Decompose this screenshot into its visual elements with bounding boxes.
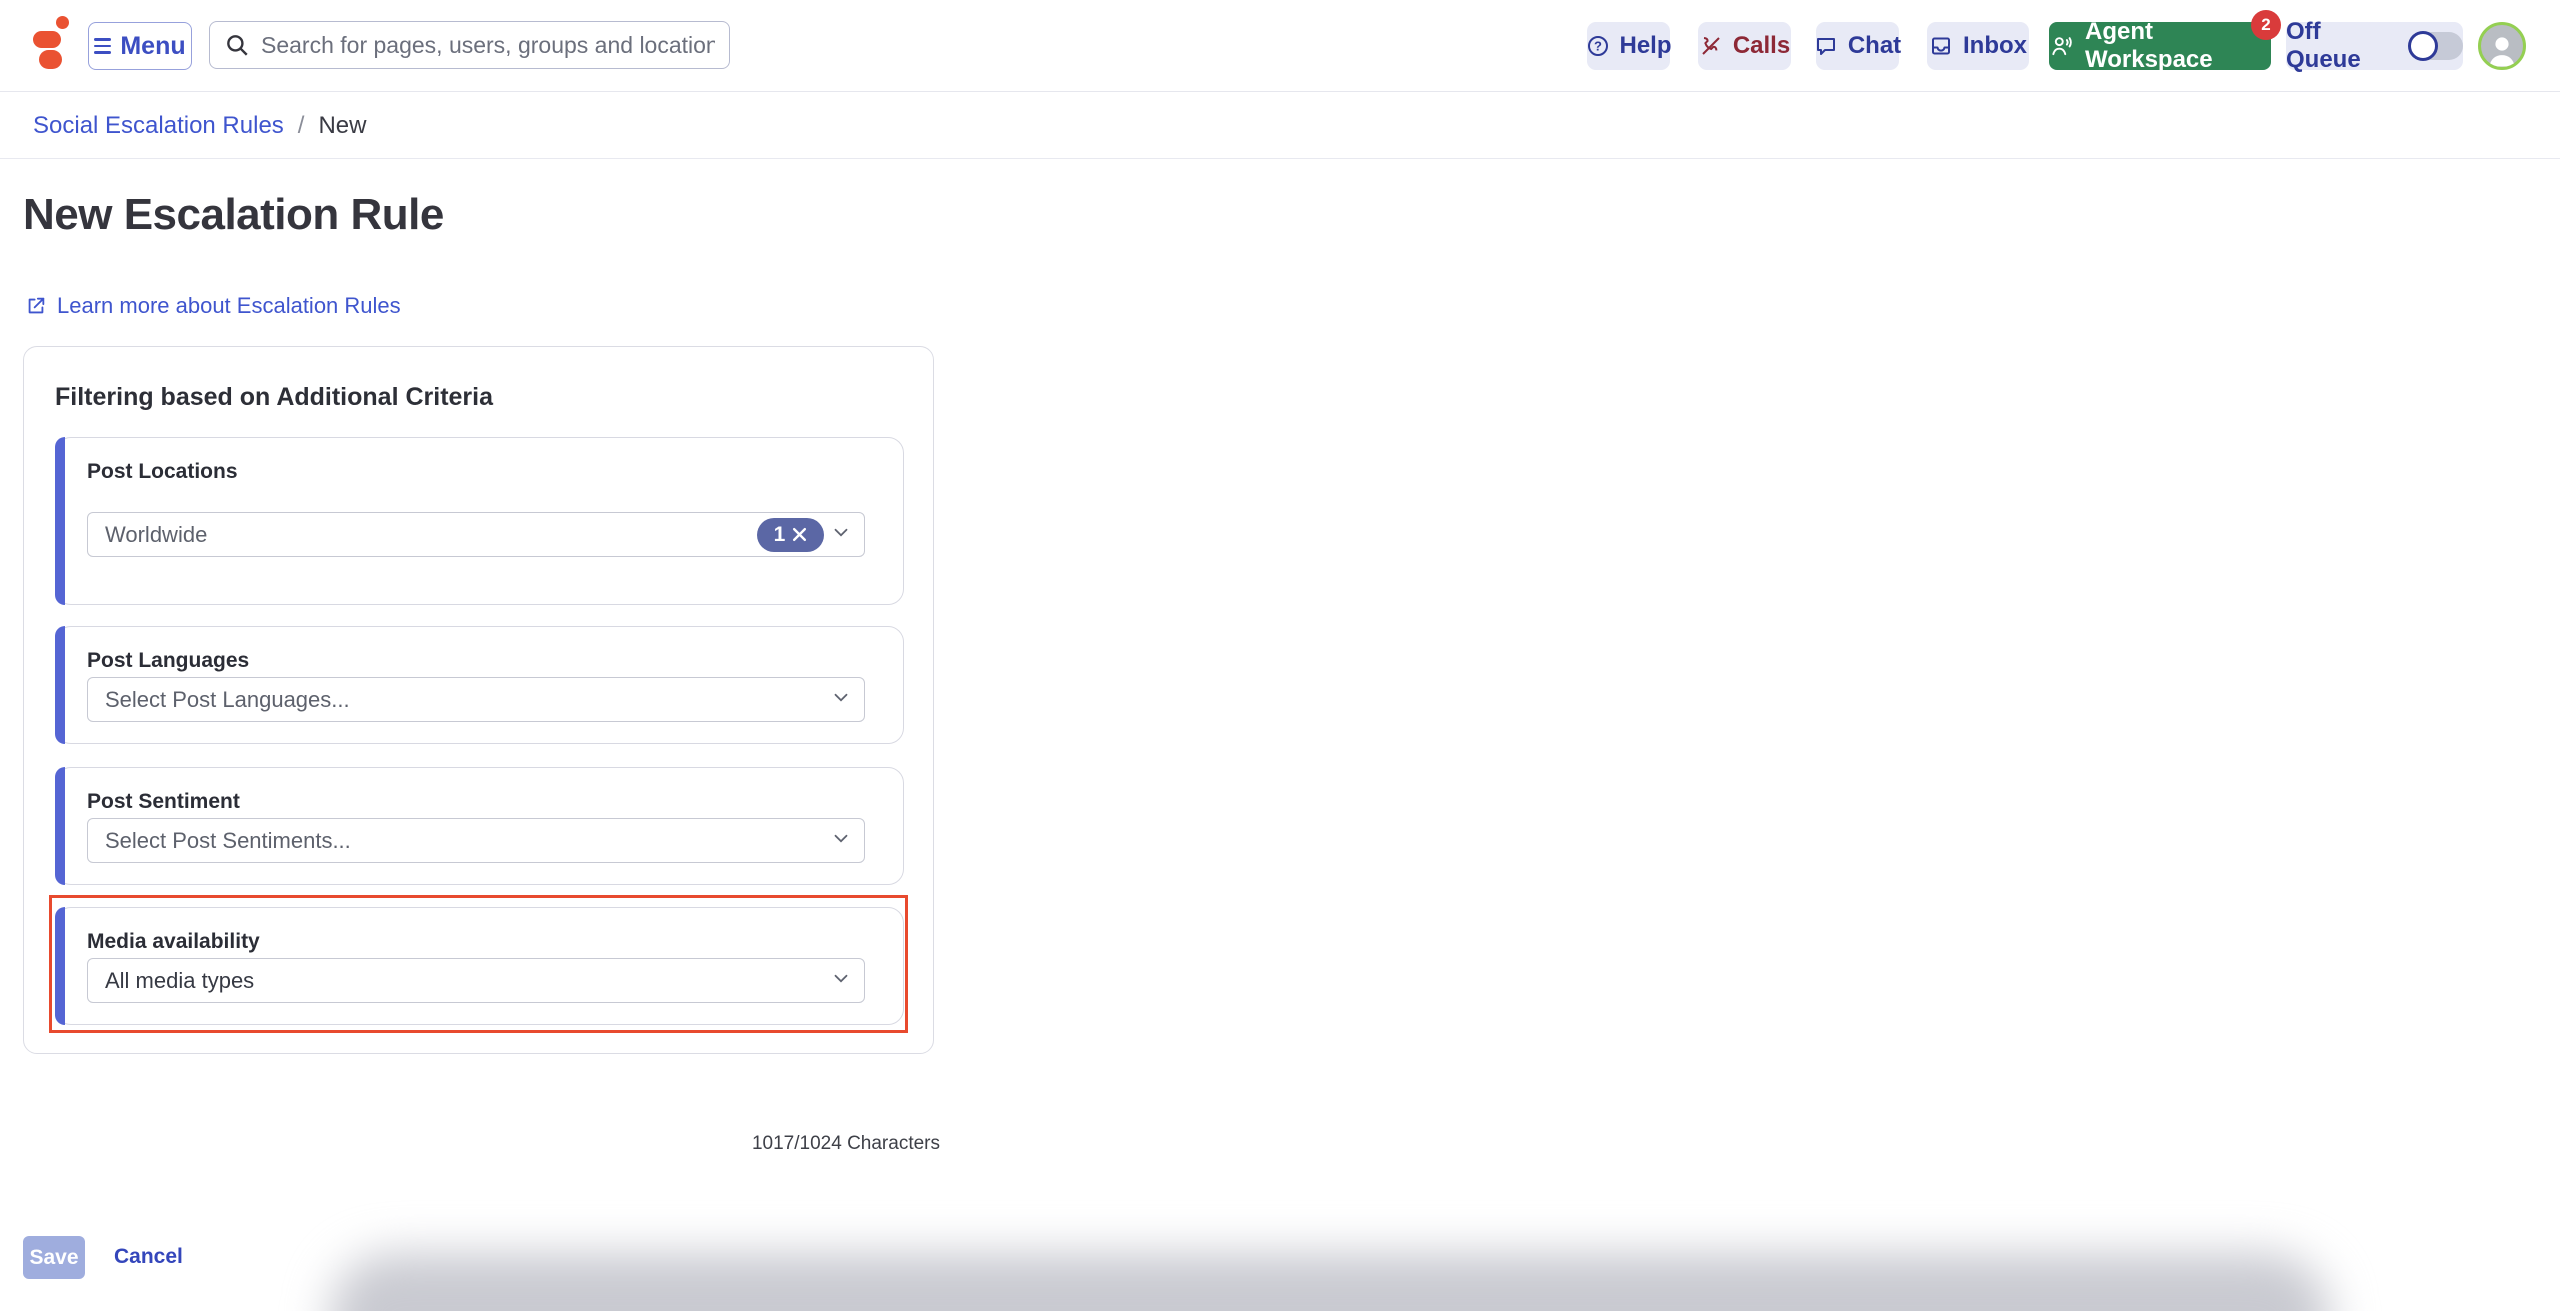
agent-workspace-label: Agent Workspace	[2085, 18, 2213, 73]
hamburger-icon	[94, 38, 112, 54]
media-availability-value: All media types	[105, 967, 255, 993]
menu-button-label: Menu	[120, 31, 186, 60]
breadcrumb: Social Escalation Rules / New	[0, 93, 2560, 159]
post-sentiment-select[interactable]: Select Post Sentiments...	[87, 818, 865, 863]
bottom-shadow	[330, 1253, 2330, 1311]
learn-more-label: Learn more about Escalation Rules	[57, 293, 401, 318]
agent-headset-icon	[2049, 33, 2075, 59]
calls-label: Calls	[1732, 32, 1791, 59]
off-queue-control: Off Queue	[2286, 18, 2463, 73]
post-languages-select[interactable]: Select Post Languages...	[87, 677, 865, 722]
logo-blob	[39, 50, 62, 69]
save-button[interactable]: Save	[23, 1236, 85, 1279]
genesys-logo-icon	[33, 14, 69, 70]
breadcrumb-current: New	[318, 111, 367, 139]
clear-selection-icon[interactable]	[792, 527, 807, 542]
chat-button[interactable]: Chat	[1814, 22, 1902, 70]
top-header: Menu ? Help	[0, 0, 2560, 92]
post-languages-label: Post Languages	[87, 649, 250, 672]
phone-disabled-icon	[1699, 34, 1723, 58]
search-input[interactable]	[261, 31, 715, 59]
off-queue-toggle[interactable]	[2407, 31, 2463, 61]
field-accent-bar	[55, 767, 65, 885]
inbox-label: Inbox	[1963, 32, 2027, 59]
chevron-down-icon	[830, 967, 852, 994]
calls-button[interactable]: Calls	[1698, 22, 1791, 70]
toggle-knob	[2407, 31, 2438, 61]
cancel-button[interactable]: Cancel	[114, 1245, 183, 1269]
svg-text:?: ?	[1594, 39, 1602, 54]
field-accent-bar	[55, 907, 65, 1025]
post-locations-select[interactable]: Worldwide 1	[87, 512, 865, 557]
help-button[interactable]: ? Help	[1586, 22, 1672, 70]
chevron-down-icon	[830, 686, 852, 713]
page-title: New Escalation Rule	[23, 190, 444, 239]
help-label: Help	[1619, 32, 1672, 59]
selection-count-pill[interactable]: 1	[757, 517, 824, 552]
help-icon: ?	[1586, 34, 1610, 58]
breadcrumb-link-social-escalation-rules[interactable]: Social Escalation Rules	[33, 112, 284, 140]
field-group-post-locations: Post Locations Worldwide 1	[55, 437, 904, 605]
post-locations-label: Post Locations	[87, 460, 238, 483]
breadcrumb-separator: /	[297, 111, 305, 139]
search-icon	[224, 32, 250, 58]
post-sentiment-placeholder: Select Post Sentiments...	[105, 827, 351, 853]
chevron-down-icon	[830, 827, 852, 854]
notification-badge: 2	[2251, 10, 2281, 40]
chevron-down-icon	[830, 521, 852, 548]
learn-more-link[interactable]: Learn more about Escalation Rules	[25, 293, 401, 319]
app-root: Menu ? Help	[0, 0, 2560, 1311]
field-group-post-sentiment: Post Sentiment Select Post Sentiments...	[55, 767, 904, 885]
inbox-tray-icon	[1929, 34, 1953, 58]
person-icon	[2489, 37, 2515, 67]
chat-bubble-icon	[1814, 34, 1838, 58]
character-counter: 1017/1024 Characters	[751, 1133, 940, 1154]
field-accent-bar	[55, 437, 65, 605]
logo-dot	[56, 16, 69, 29]
external-link-icon	[25, 295, 47, 317]
post-sentiment-label: Post Sentiment	[87, 790, 240, 813]
selection-count: 1	[773, 522, 786, 546]
logo-pill	[33, 31, 61, 48]
media-availability-select[interactable]: All media types	[87, 958, 865, 1003]
field-accent-bar	[55, 626, 65, 744]
criteria-card: Filtering based on Additional Criteria P…	[23, 346, 934, 1054]
off-queue-label: Off Queue	[2286, 18, 2361, 73]
field-group-media-availability: Media availability All media types	[55, 907, 904, 1025]
agent-workspace-button[interactable]: Agent Workspace 2	[2049, 10, 2281, 73]
field-group-post-languages: Post Languages Select Post Languages...	[55, 626, 904, 744]
post-locations-value: Worldwide	[105, 521, 208, 547]
card-heading: Filtering based on Additional Criteria	[55, 383, 494, 411]
user-avatar[interactable]	[2478, 22, 2526, 70]
post-languages-placeholder: Select Post Languages...	[105, 686, 350, 712]
inbox-button[interactable]: Inbox	[1927, 22, 2029, 70]
chat-label: Chat	[1847, 32, 1902, 59]
media-availability-label: Media availability	[87, 930, 260, 953]
menu-button[interactable]: Menu	[88, 22, 192, 70]
global-search	[209, 21, 730, 69]
